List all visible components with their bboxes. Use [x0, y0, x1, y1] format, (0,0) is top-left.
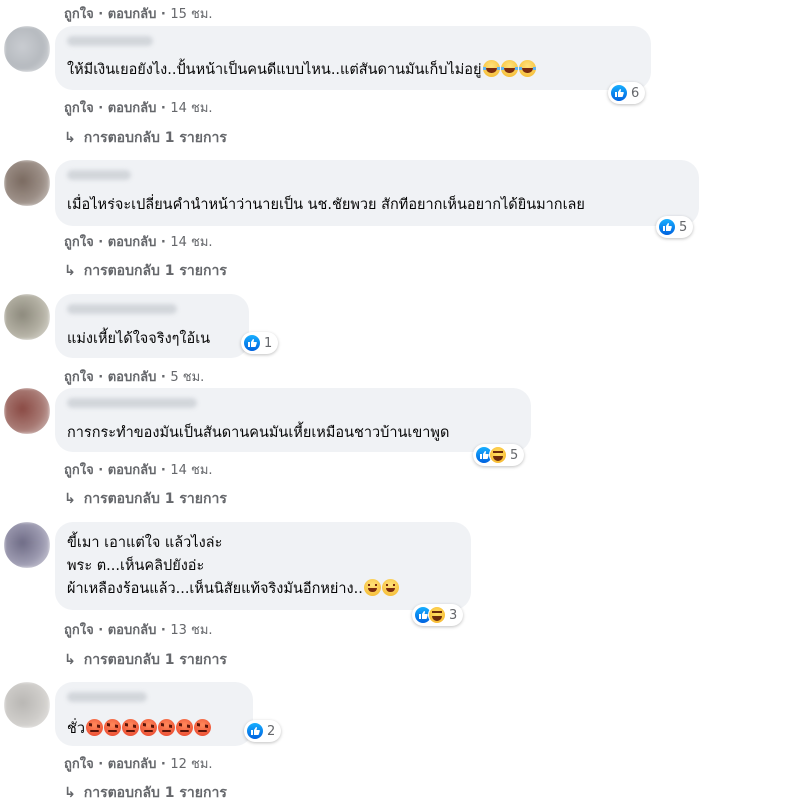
comment-meta: ถูกใจ · ตอบกลับ · 14 ชม.: [64, 235, 213, 250]
reply-link[interactable]: ตอบกลับ: [108, 757, 157, 772]
angry-emoji-icon: [157, 719, 175, 736]
comment-time[interactable]: 13 ชม.: [170, 623, 212, 638]
reply-arrow-icon: ↳: [64, 491, 76, 507]
view-replies-link[interactable]: ↳ การตอบกลับ 1 รายการ: [64, 260, 227, 282]
avatar[interactable]: [4, 160, 50, 206]
reaction-count: 3: [449, 607, 458, 623]
reaction-count: 6: [631, 85, 640, 101]
reply-arrow-icon: ↳: [64, 652, 76, 668]
like-reaction-icon: [243, 334, 261, 352]
haha-reaction-icon: [428, 606, 446, 624]
laughing-emoji-icon: [500, 60, 518, 77]
comment-text-line: ขี้เมา เอาแต่ใจ แล้วไงล่ะ: [67, 535, 223, 551]
reply-link[interactable]: ตอบกลับ: [108, 101, 157, 116]
angry-emoji-icon: [175, 719, 193, 736]
author-name[interactable]: [67, 398, 197, 408]
comment-meta: ถูกใจ · ตอบกลับ · 5 ชม.: [64, 370, 205, 385]
reaction-count: 2: [267, 723, 276, 739]
avatar[interactable]: [4, 26, 50, 72]
view-replies-link[interactable]: ↳ การตอบกลับ 1 รายการ: [64, 127, 227, 149]
comment-meta: ถูกใจ · ตอบกลับ · 13 ชม.: [64, 623, 213, 638]
reaction-summary[interactable]: 3: [412, 604, 464, 626]
smiling-emoji-icon: [363, 579, 381, 596]
like-link[interactable]: ถูกใจ: [64, 463, 94, 478]
comment-text: การกระทำของมันเป็นสันดานคนมันเหี้ยเหมือน…: [67, 425, 450, 441]
comment-time[interactable]: 5 ชม.: [170, 370, 204, 385]
comment-meta: ถูกใจ · ตอบกลับ · 15 ชม.: [64, 7, 213, 22]
reaction-summary[interactable]: 5: [656, 216, 694, 238]
comment-text: แม่งเหี้ยได้ใจจริงๆใอ้เน: [67, 331, 211, 347]
like-reaction-icon: [658, 218, 676, 236]
comment-time[interactable]: 14 ชม.: [170, 101, 212, 116]
like-reaction-icon: [610, 84, 628, 102]
reaction-count: 5: [679, 219, 688, 235]
comment-text: ชั่ว: [67, 721, 85, 737]
comment-bubble: เมื่อไหร่จะเปลี่ยนคำนำหน้าว่านายเป็น นช.…: [55, 160, 699, 226]
author-name[interactable]: [67, 304, 177, 314]
reply-link[interactable]: ตอบกลับ: [108, 370, 157, 385]
angry-emoji-icon: [139, 719, 157, 736]
like-link[interactable]: ถูกใจ: [64, 7, 94, 22]
avatar[interactable]: [4, 522, 50, 568]
comment-bubble: ให้มีเงินเยอยังไง..ปั้นหน้าเป็นคนดีแบบไห…: [55, 26, 651, 90]
reaction-count: 1: [264, 335, 273, 351]
view-replies-link[interactable]: ↳ การตอบกลับ 1 รายการ: [64, 649, 227, 671]
angry-emoji-icon: [85, 719, 103, 736]
like-link[interactable]: ถูกใจ: [64, 101, 94, 116]
angry-emoji-icon: [193, 719, 211, 736]
like-link[interactable]: ถูกใจ: [64, 623, 94, 638]
reaction-summary[interactable]: 1: [241, 332, 279, 354]
comment-time[interactable]: 14 ชม.: [170, 235, 212, 250]
author-name[interactable]: [67, 36, 153, 46]
haha-reaction-icon: [489, 446, 507, 464]
comment-bubble: ขี้เมา เอาแต่ใจ แล้วไงล่ะ พระ ต...เห็นคล…: [55, 522, 471, 610]
reply-link[interactable]: ตอบกลับ: [108, 623, 157, 638]
like-link[interactable]: ถูกใจ: [64, 757, 94, 772]
comment-text: ให้มีเงินเยอยังไง..ปั้นหน้าเป็นคนดีแบบไห…: [67, 62, 482, 78]
avatar[interactable]: [4, 388, 50, 434]
reply-arrow-icon: ↳: [64, 785, 76, 801]
comment-meta: ถูกใจ · ตอบกลับ · 14 ชม.: [64, 463, 213, 478]
reply-arrow-icon: ↳: [64, 130, 76, 146]
reaction-summary[interactable]: 6: [608, 82, 646, 104]
comment-time[interactable]: 14 ชม.: [170, 463, 212, 478]
reply-link[interactable]: ตอบกลับ: [108, 235, 157, 250]
reply-link[interactable]: ตอบกลับ: [108, 7, 157, 22]
avatar[interactable]: [4, 294, 50, 340]
laughing-emoji-icon: [482, 60, 500, 77]
reaction-summary[interactable]: 2: [244, 720, 282, 742]
comment-bubble: การกระทำของมันเป็นสันดานคนมันเหี้ยเหมือน…: [55, 388, 531, 452]
author-name[interactable]: [67, 170, 131, 180]
avatar[interactable]: [4, 682, 50, 728]
comment-meta: ถูกใจ · ตอบกลับ · 12 ชม.: [64, 757, 213, 772]
angry-emoji-icon: [121, 719, 139, 736]
reaction-count: 5: [510, 447, 519, 463]
view-replies-link[interactable]: ↳ การตอบกลับ 1 รายการ: [64, 782, 227, 804]
like-reaction-icon: [246, 722, 264, 740]
comment-text-line: ผ้าเหลืองร้อนแล้ว...เห็นนิสัยแท้จริงมันอ…: [67, 581, 363, 597]
comment-meta: ถูกใจ · ตอบกลับ · 14 ชม.: [64, 101, 213, 116]
author-name[interactable]: [67, 692, 147, 702]
comment-text-line: พระ ต...เห็นคลิปยังอ่ะ: [67, 558, 205, 574]
like-link[interactable]: ถูกใจ: [64, 370, 94, 385]
laughing-emoji-icon: [518, 60, 536, 77]
view-replies-link[interactable]: ↳ การตอบกลับ 1 รายการ: [64, 488, 227, 510]
comment-bubble: แม่งเหี้ยได้ใจจริงๆใอ้เน: [55, 294, 249, 358]
comment-time[interactable]: 15 ชม.: [170, 7, 212, 22]
comment-text: เมื่อไหร่จะเปลี่ยนคำนำหน้าว่านายเป็น นช.…: [67, 197, 585, 213]
comment-bubble: ชั่ว: [55, 682, 253, 746]
comment-time[interactable]: 12 ชม.: [170, 757, 212, 772]
reply-link[interactable]: ตอบกลับ: [108, 463, 157, 478]
smiling-emoji-icon: [381, 579, 399, 596]
like-link[interactable]: ถูกใจ: [64, 235, 94, 250]
reply-arrow-icon: ↳: [64, 263, 76, 279]
reaction-summary[interactable]: 5: [473, 444, 525, 466]
angry-emoji-icon: [103, 719, 121, 736]
